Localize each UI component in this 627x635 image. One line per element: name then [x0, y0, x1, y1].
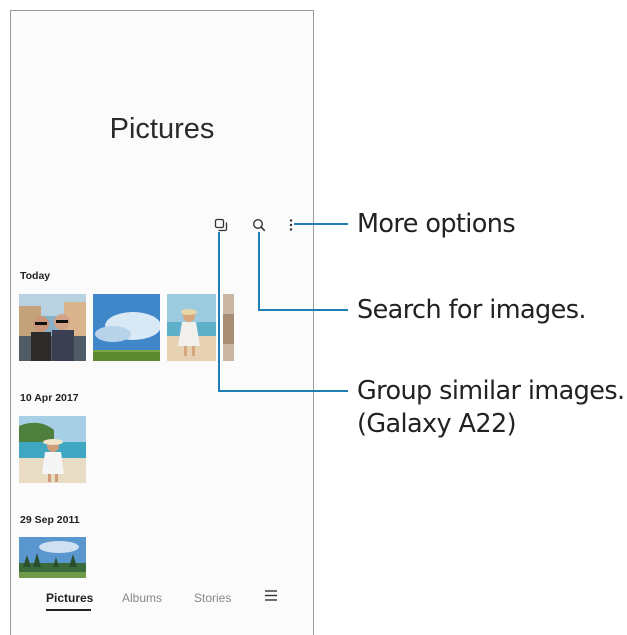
more-options-icon[interactable]	[281, 214, 301, 236]
nav-tab-stories[interactable]: Stories	[194, 591, 231, 605]
nav-tab-pictures[interactable]: Pictures	[46, 591, 93, 605]
callout-line-search-vertical	[258, 232, 260, 311]
phone-screen: Pictures Today 10 Apr 2017 29 Sep 2011 P…	[10, 10, 314, 635]
callout-more-options: More options	[357, 209, 516, 239]
photo-thumbnail[interactable]	[19, 416, 86, 483]
active-tab-indicator	[46, 609, 91, 611]
photo-thumbnail[interactable]	[93, 294, 160, 361]
nav-tab-albums[interactable]: Albums	[122, 591, 162, 605]
hamburger-menu-icon[interactable]	[264, 588, 278, 605]
callout-line-group-vertical	[218, 232, 220, 392]
callout-group-line1: Group similar images.	[357, 376, 625, 406]
bottom-navigation: Pictures Albums Stories	[11, 588, 313, 613]
callout-line-search-horizontal	[258, 309, 348, 311]
callout-search: Search for images.	[357, 295, 587, 325]
page-title: Pictures	[109, 113, 215, 145]
callout-line-more-options	[294, 223, 348, 225]
section-date-today: Today	[20, 270, 51, 282]
photo-thumbnail[interactable]	[19, 294, 86, 361]
callout-group-line2: (Galaxy A22)	[357, 409, 517, 439]
section-date-29-sep-2011: 29 Sep 2011	[20, 514, 80, 526]
photo-thumbnail[interactable]	[223, 294, 234, 361]
photo-thumbnail[interactable]	[167, 294, 216, 361]
group-similar-icon[interactable]	[211, 214, 231, 236]
section-date-10-apr-2017: 10 Apr 2017	[20, 392, 79, 404]
callout-line-group-horizontal	[218, 390, 348, 392]
photo-thumbnail[interactable]	[19, 537, 86, 578]
